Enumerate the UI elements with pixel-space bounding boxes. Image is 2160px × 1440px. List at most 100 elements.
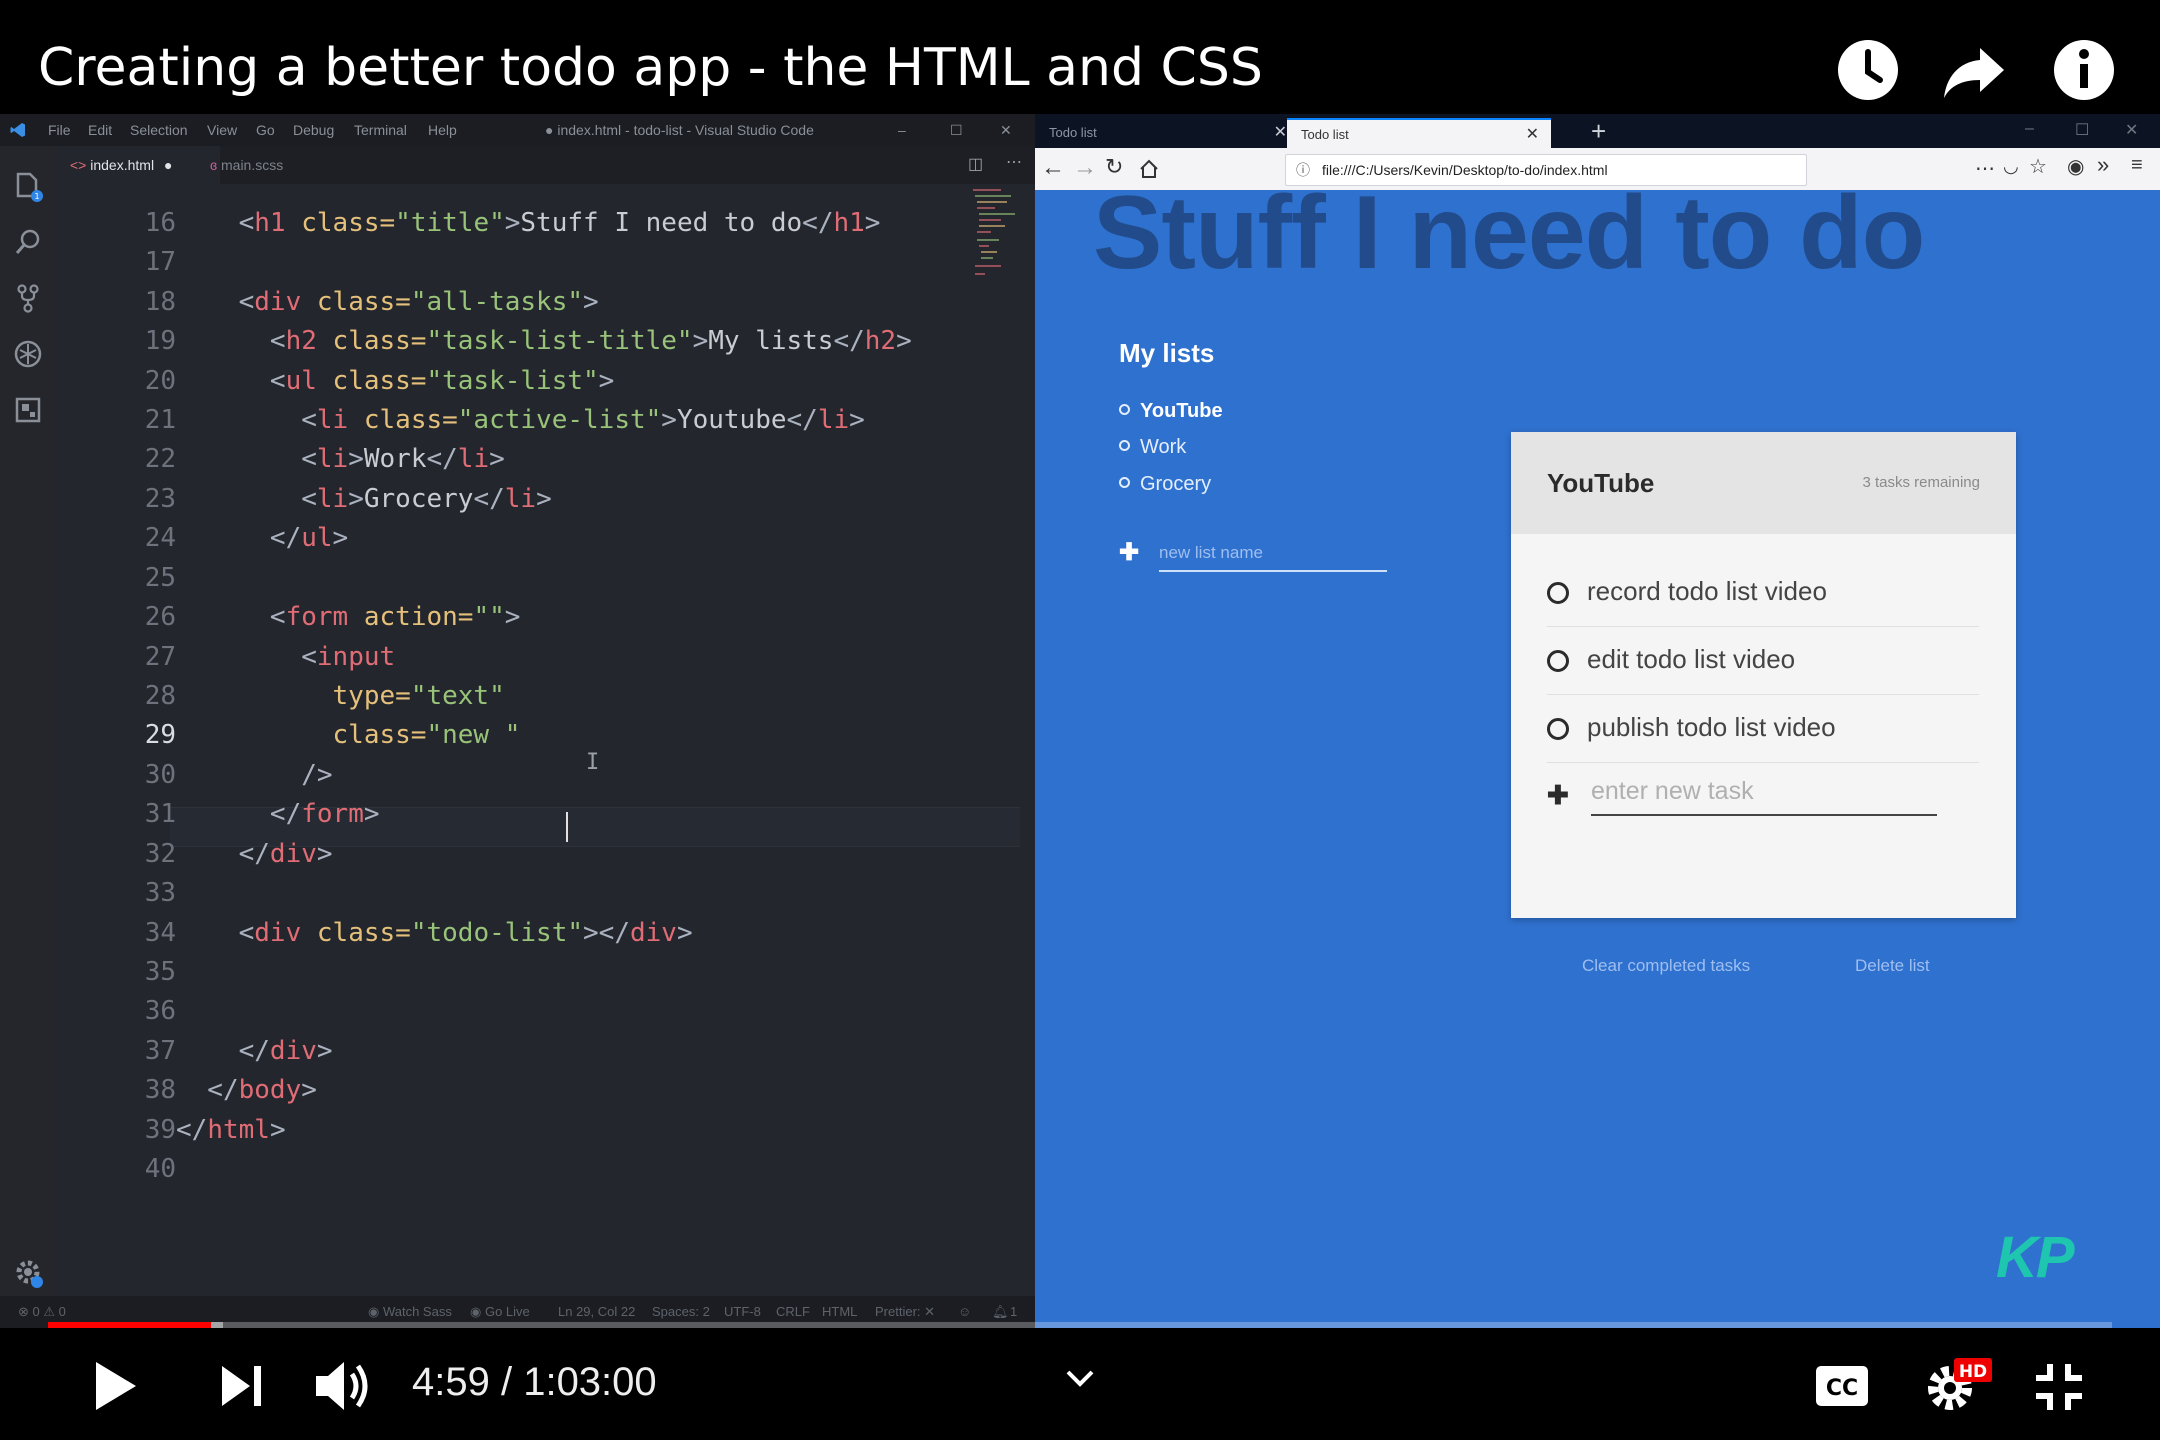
search-icon[interactable] [12,226,44,258]
new-tab-icon[interactable]: + [1591,116,1606,147]
video-title[interactable]: Creating a better todo app - the HTML an… [38,38,1263,98]
task-item[interactable]: record todo list video [1547,560,1979,627]
watch-later-icon[interactable] [1836,38,1900,102]
minimize-icon[interactable]: – [2025,120,2034,138]
notifications-count: 1 [1010,1304,1018,1319]
menu-edit[interactable]: Edit [88,122,112,138]
current-time: 4:59 [412,1360,490,1404]
line-number: 34 [144,918,176,948]
language-mode[interactable]: HTML [822,1304,857,1319]
line-ending[interactable]: CRLF [776,1304,810,1319]
svg-text:HD: HD [1959,1362,1987,1382]
task-checkbox[interactable] [1547,582,1569,604]
debug-icon[interactable] [12,338,44,370]
maximize-icon[interactable]: ☐ [950,122,963,139]
code-editor[interactable]: 16 17 18 19 20 21 22 23 24 25 26 27 28 2… [56,184,1090,1296]
page-actions-icon[interactable]: ⋯ [1975,156,1995,181]
bookmark-star-icon[interactable]: ☆ [2029,154,2047,179]
line-number: 30 [144,760,176,790]
menu-hamburger-icon[interactable]: ≡ [2131,154,2143,177]
code-line: </div> [176,1036,333,1066]
menu-file[interactable]: File [48,122,71,138]
encoding[interactable]: UTF-8 [724,1304,761,1319]
home-icon[interactable] [1139,159,1159,179]
next-icon[interactable] [218,1362,266,1410]
settings-gear-icon[interactable] [12,1256,44,1288]
webpage: Stuff I need to do My lists YouTube Work… [1035,190,2160,1328]
task-checkbox[interactable] [1547,718,1569,740]
menu-view[interactable]: View [207,122,237,138]
todo-header: YouTube 3 tasks remaining [1511,432,2016,534]
browser-toolbar: ← → ↻ ⓘ file:///C:/Users/Kevin/Desktop/t… [1035,148,2160,191]
problems-indicator[interactable]: ⊗ 0 ⚠ 0 [18,1304,66,1320]
play-icon[interactable] [92,1358,140,1414]
watch-sass-button[interactable]: ◉ Watch Sass [368,1304,452,1320]
forward-icon[interactable]: → [1073,154,1097,182]
activity-bar: 1 [0,146,56,1296]
info-icon[interactable] [2052,38,2116,102]
indentation[interactable]: Spaces: 2 [652,1304,710,1319]
close-icon[interactable]: ✕ [2125,120,2138,140]
close-icon[interactable]: ✕ [1000,122,1012,139]
maximize-icon[interactable]: ☐ [2075,120,2089,140]
overflow-chevrons-icon[interactable]: » [2097,152,2109,178]
browser-tab-active[interactable]: Todo list ✕ [1287,118,1551,150]
prettier-status[interactable]: Prettier: ✕ [875,1304,935,1320]
pocket-icon[interactable]: ◡ [2003,156,2019,177]
feedback-smiley-icon[interactable]: ☺ [958,1304,971,1319]
reload-icon[interactable]: ↻ [1105,154,1123,180]
line-number: 16 [144,208,176,238]
settings-icon[interactable]: HD [1924,1356,1994,1416]
kp-watermark-logo: KP [1996,1225,2075,1290]
new-list-input[interactable] [1159,536,1387,572]
list-item-grocery[interactable]: Grocery [1119,473,1211,496]
minimize-icon[interactable]: – [898,122,906,138]
source-control-icon[interactable] [12,282,44,314]
menu-go[interactable]: Go [256,122,275,138]
tab-close-icon[interactable]: ✕ [1526,120,1539,150]
chevron-down-icon[interactable] [1064,1368,1096,1388]
tab-main-scss[interactable]: ɞ main.scss [196,146,297,184]
task-label: edit todo list video [1587,644,1796,674]
line-number-current: 29 [144,720,176,750]
account-icon[interactable]: ◉ [2067,154,2084,179]
list-item-work[interactable]: Work [1119,436,1186,459]
menu-terminal[interactable]: Terminal [354,122,407,138]
bullet-icon [1119,440,1130,452]
player-controls: 4:59 / 1:03:00 CC HD [0,1328,2160,1440]
browser-tab[interactable]: Todo list ✕ [1035,118,1299,148]
add-task-icon[interactable]: ✚ [1547,780,1569,811]
menu-help[interactable]: Help [428,122,457,138]
volume-icon[interactable] [314,1358,376,1414]
task-item[interactable]: edit todo list video [1547,628,1979,695]
extensions-icon[interactable] [12,394,44,426]
minimap[interactable] [971,186,1031,286]
menu-debug[interactable]: Debug [293,122,334,138]
cursor-position[interactable]: Ln 29, Col 22 [558,1304,635,1319]
captions-icon[interactable]: CC [1814,1364,1870,1408]
notifications-bell-icon[interactable]: 🔔︎ [992,1304,1009,1320]
more-actions-icon[interactable]: ⋯ [1006,152,1022,172]
new-task-input[interactable] [1591,768,1937,816]
task-item[interactable]: publish todo list video [1547,696,1979,763]
menu-selection[interactable]: Selection [130,122,188,138]
clear-completed-button[interactable]: Clear completed tasks [1582,956,1750,976]
exit-fullscreen-icon[interactable] [2034,1362,2084,1412]
code-line: </html> [176,1115,286,1145]
tab-close-icon[interactable]: ✕ [1274,118,1287,148]
explorer-icon[interactable]: 1 [12,170,44,202]
go-live-button[interactable]: ◉ Go Live [470,1304,530,1320]
editor-tabs: <> index.html ● ɞ main.scss ◫ ⋯ [56,146,1035,184]
list-item-youtube[interactable]: YouTube [1119,400,1223,423]
share-icon[interactable] [1942,38,2006,102]
line-number: 37 [144,1036,176,1066]
address-bar[interactable]: ⓘ file:///C:/Users/Kevin/Desktop/to-do/i… [1285,154,1807,186]
delete-list-button[interactable]: Delete list [1855,956,1930,976]
code-line: <form action=""> [176,602,521,632]
back-icon[interactable]: ← [1041,154,1065,182]
site-info-icon[interactable]: ⓘ [1296,155,1310,185]
split-editor-icon[interactable]: ◫ [968,154,983,174]
video-frame[interactable]: File Edit Selection View Go Debug Termin… [0,114,2160,1328]
add-list-icon[interactable]: ✚ [1119,538,1139,567]
task-checkbox[interactable] [1547,650,1569,672]
